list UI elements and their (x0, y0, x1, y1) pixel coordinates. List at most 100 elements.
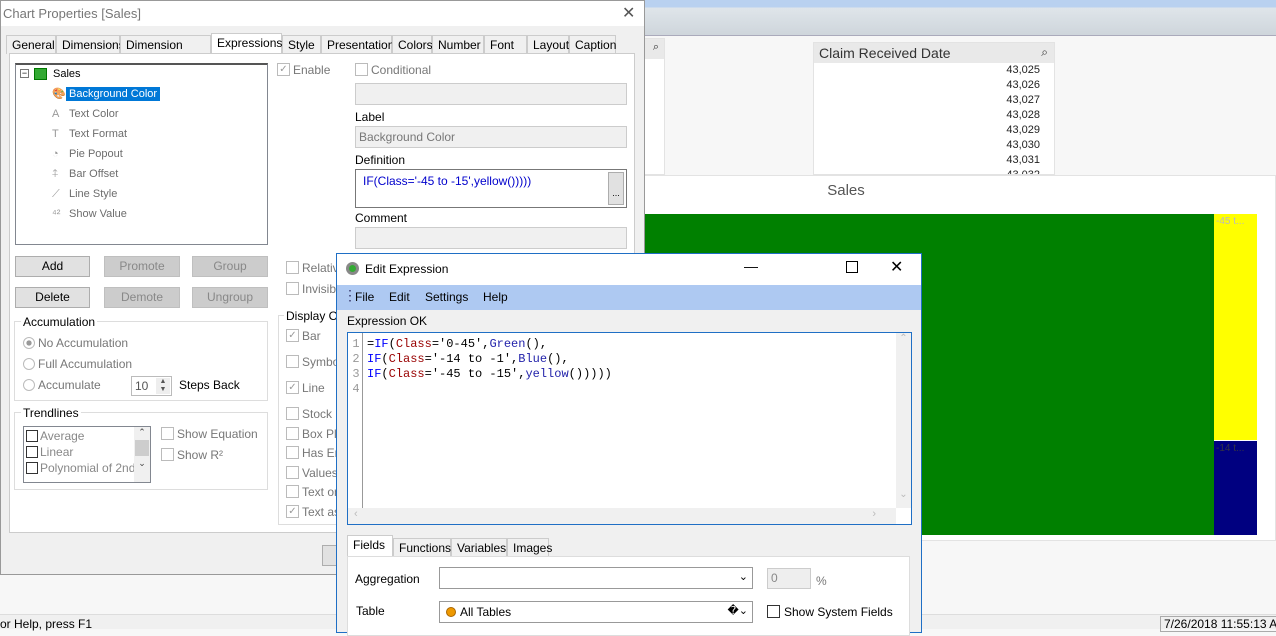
horizontal-scrollbar[interactable]: ‹ › (348, 508, 896, 524)
tree-item[interactable]: T Text Format (52, 125, 130, 143)
tree-root[interactable]: Sales (53, 68, 81, 80)
list-item[interactable]: 43,029 (814, 123, 1054, 138)
treemap-cell-yellow[interactable]: -45 t... (1214, 214, 1257, 440)
checkbox[interactable] (26, 430, 38, 442)
percent-field[interactable]: 0 (767, 568, 811, 589)
trendline-item[interactable]: Polynomial of 2nd d (26, 461, 145, 475)
aggregation-select[interactable]: ⌄ (439, 567, 753, 589)
radio-accumulate[interactable]: Accumulate (23, 378, 101, 392)
checkbox[interactable]: ✓ (286, 381, 299, 394)
code-token: (), (525, 337, 548, 351)
search-icon[interactable]: ⌕ (1041, 45, 1048, 60)
tree-item[interactable]: ⍏ Bar Offset (52, 165, 121, 183)
checkbox[interactable]: ✓ (286, 329, 299, 342)
tab-expressions[interactable]: Expressions (211, 33, 282, 54)
scrollbar[interactable]: ⌃ ⌄ (134, 427, 150, 482)
trendline-item[interactable]: Average (26, 429, 84, 443)
show-equation-checkbox[interactable]: Show Equation (177, 427, 258, 441)
cell-label: -45 t... (1216, 216, 1245, 227)
tree-item[interactable]: ⟋ Line Style (52, 185, 120, 203)
trendline-label: Average (40, 429, 85, 443)
trendline-item[interactable]: Linear (26, 445, 73, 459)
tab-dimensions[interactable]: Dimensions (56, 35, 125, 54)
tab-font[interactable]: Font (484, 35, 527, 54)
tab-images[interactable]: Images (507, 538, 552, 556)
tab-style[interactable]: Style (282, 35, 321, 54)
checkbox[interactable] (26, 462, 38, 474)
tab-number[interactable]: Number (432, 35, 484, 54)
radio-full-accumulation[interactable]: Full Accumulation (23, 357, 132, 371)
show-value-icon: ⁴² (52, 208, 61, 220)
tree-item[interactable]: 🎨 Background Color (52, 85, 161, 103)
checkbox[interactable] (26, 446, 38, 458)
menu-settings[interactable]: Settings (425, 290, 468, 304)
show-system-fields-checkbox[interactable]: Show System Fields (784, 605, 893, 619)
table-select[interactable]: All Tables �⌄ (439, 601, 753, 623)
checkbox[interactable] (286, 407, 299, 420)
condition-field[interactable] (355, 83, 627, 105)
checkbox[interactable]: ✓ (286, 505, 299, 518)
tab-general[interactable]: General (6, 35, 56, 54)
collapse-icon[interactable]: − (20, 69, 29, 78)
steps-back-stepper[interactable]: 10 ▲ ▼ (131, 376, 172, 396)
definition-field[interactable]: IF(Class='-45 to -15',yellow())))) (355, 169, 627, 208)
list-item[interactable]: 43,030 (814, 138, 1054, 153)
definition-edit-button[interactable]: ... (608, 172, 624, 205)
line-numbers: 1234 (350, 337, 362, 397)
menu-edit[interactable]: Edit (389, 290, 410, 304)
enable-checkbox[interactable]: Enable (293, 63, 330, 77)
ungroup-button[interactable]: Ungroup (192, 287, 268, 308)
demote-button[interactable]: Demote (104, 287, 180, 308)
tab-variables[interactable]: Variables (451, 538, 507, 556)
expression-editor[interactable]: 1234 =IF(Class='0-45',Green(), IF(Class='… (347, 332, 912, 525)
add-button[interactable]: Add (15, 256, 90, 277)
menu-help[interactable]: Help (483, 290, 508, 304)
tab-functions[interactable]: Functions (393, 538, 451, 556)
code-token: (), (547, 352, 569, 366)
checkbox[interactable] (286, 355, 299, 368)
show-r2-checkbox[interactable]: Show R² (177, 448, 223, 462)
delete-button[interactable]: Delete (15, 287, 90, 308)
cell-label: -14 t... (1216, 443, 1245, 454)
list-item[interactable]: 43,028 (814, 108, 1054, 123)
checkbox[interactable] (286, 466, 299, 479)
checkbox[interactable] (286, 427, 299, 440)
code-token: ( (388, 337, 396, 351)
list-item[interactable]: 43,026 (814, 78, 1054, 93)
group-button[interactable]: Group (192, 256, 268, 277)
code-token: ='-14 to -1', (424, 352, 519, 366)
tab-caption[interactable]: Caption (569, 35, 616, 54)
minimize-icon[interactable]: — (744, 258, 758, 274)
list-item[interactable]: 43,031 (814, 153, 1054, 168)
tree-item[interactable]: A Text Color (52, 105, 122, 123)
tab-fields[interactable]: Fields (347, 535, 393, 557)
list-item[interactable]: 43,032 (814, 168, 1054, 174)
tab-colors[interactable]: Colors (392, 35, 433, 54)
trendline-label: Polynomial of 2nd d (40, 461, 146, 475)
tab-presentation[interactable]: Presentation (321, 35, 394, 54)
tree-item[interactable]: ⁴² Show Value (52, 205, 130, 223)
checkbox[interactable] (286, 485, 299, 498)
label-field[interactable]: Background Color (355, 126, 627, 148)
comment-field[interactable] (355, 227, 627, 249)
listbox-claim-received-date[interactable]: Claim Received Date ⌕ 43,025 43,026 43,027… (813, 42, 1055, 175)
list-item[interactable]: 43,025 (814, 63, 1054, 78)
trendlines-list[interactable]: Average Linear Polynomial of 2nd d ⌃ ⌄ (23, 426, 151, 483)
treemap-cell-blue[interactable]: -14 t... (1214, 441, 1257, 535)
checkbox[interactable] (286, 446, 299, 459)
radio-no-accumulation[interactable]: No Accumulation (23, 336, 128, 350)
code-lines[interactable]: =IF(Class='0-45',Green(), IF(Class='-14 t… (367, 337, 612, 382)
tree-item[interactable]: ◔ Pie Popout (52, 145, 126, 163)
expression-tree[interactable]: − Sales 🎨 Background Color A Text Color T Tex… (15, 63, 268, 245)
list-item[interactable]: 43,027 (814, 93, 1054, 108)
conditional-checkbox[interactable]: Conditional (371, 63, 431, 77)
close-icon[interactable]: ✕ (622, 3, 635, 23)
tab-layout[interactable]: Layout (527, 35, 569, 54)
menu-file[interactable]: File (355, 290, 374, 304)
vertical-scrollbar[interactable]: ⌃ ⌄ (896, 333, 911, 508)
tab-dimension-limits[interactable]: Dimension Limits (120, 35, 211, 66)
maximize-icon[interactable] (846, 261, 858, 273)
close-icon[interactable]: ✕ (890, 257, 903, 277)
promote-button[interactable]: Promote (104, 256, 180, 277)
code-line: IF(Class='-45 to -15',yellow())))) (367, 367, 612, 382)
